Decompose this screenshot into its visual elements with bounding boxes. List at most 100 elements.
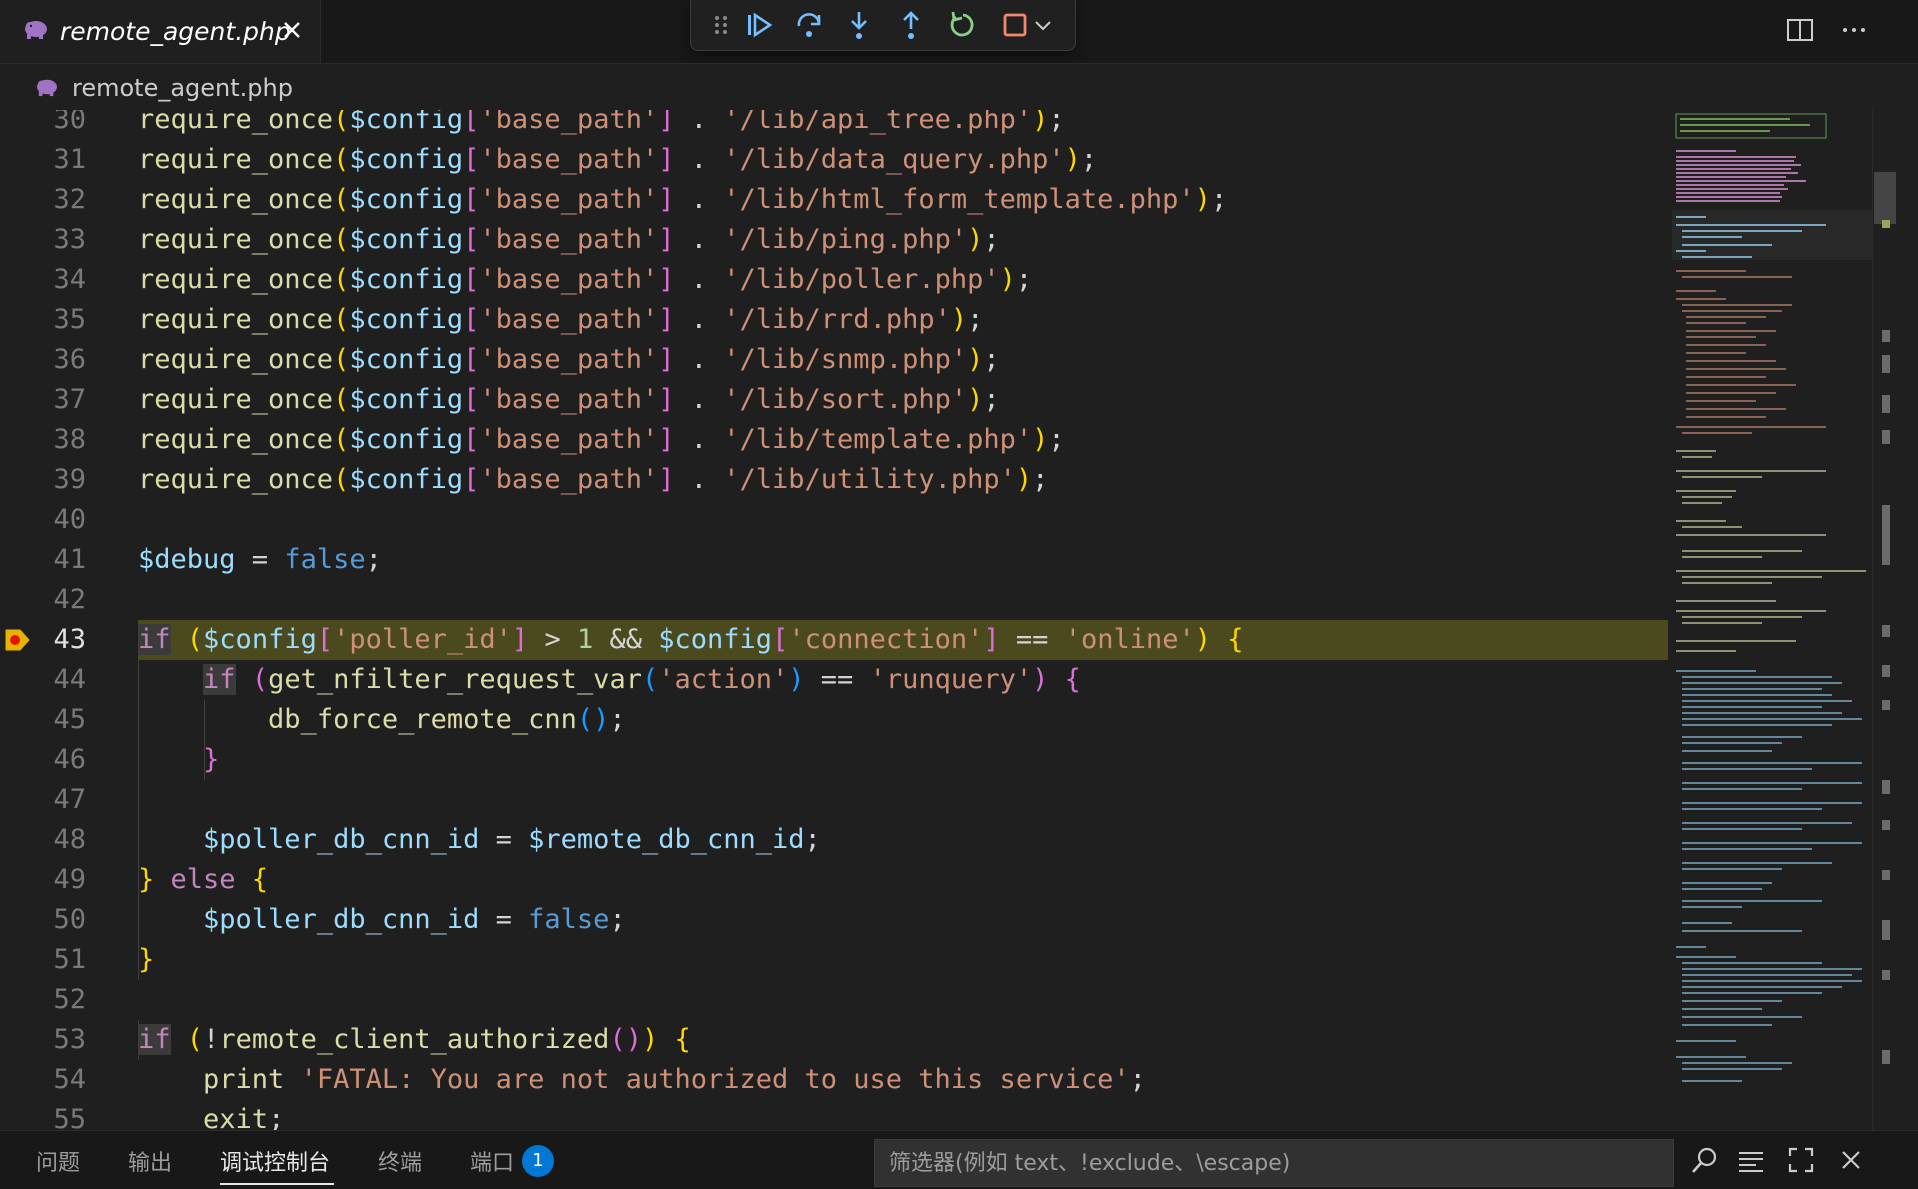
code-line: require_once($config['base_path'] . '/li… (138, 110, 1065, 135)
editor-tab-strip: remote_agent.php (0, 0, 1918, 64)
split-editor-icon[interactable] (1784, 14, 1816, 46)
code-line-current: if ($config['poller_id'] > 1 && $config[… (138, 624, 1244, 655)
debug-toolbar (690, 0, 1076, 51)
code-line: $poller_db_cnn_id = false; (203, 904, 626, 935)
scrollbar-marker (1882, 430, 1890, 444)
line-number: 37 (53, 384, 86, 415)
close-icon[interactable] (280, 18, 304, 42)
tab-output[interactable]: 输出 (128, 1145, 172, 1177)
scrollbar-marker (1882, 220, 1890, 228)
filter-input[interactable] (887, 1146, 1661, 1180)
code-line: print 'FATAL: You are not authorized to … (203, 1064, 1146, 1095)
active-tab-indicator (220, 1183, 334, 1185)
code-line: $poller_db_cnn_id = $remote_db_cnn_id; (203, 824, 821, 855)
php-elephant-icon (25, 21, 47, 39)
code-line: } else { (138, 864, 269, 895)
scrollbar-marker (1882, 395, 1890, 413)
bottom-panel: 问题 输出 调试控制台 终端 端口 1 (0, 1130, 1918, 1189)
line-number: 49 (53, 864, 86, 895)
code-line: if (!remote_client_authorized()) { (138, 1024, 691, 1055)
code-line: if (get_nfilter_request_var('action') ==… (203, 664, 1081, 695)
scrollbar-marker (1882, 505, 1890, 565)
line-number: 41 (53, 544, 86, 575)
scrollbar-marker (1882, 1050, 1890, 1064)
search-icon[interactable] (1690, 1145, 1720, 1175)
scrollbar-marker (1882, 870, 1890, 880)
step-out-icon[interactable] (895, 9, 927, 41)
scrollbar-marker (1882, 625, 1890, 637)
line-number: 46 (53, 744, 86, 775)
line-number: 33 (53, 224, 86, 255)
scrollbar-marker (1882, 970, 1890, 980)
line-number: 53 (53, 1024, 86, 1055)
line-number: 54 (53, 1064, 86, 1095)
more-actions-icon[interactable] (1838, 14, 1870, 46)
line-number: 51 (53, 944, 86, 975)
code-editor[interactable]: 30 31 32 33 34 35 36 37 38 39 40 41 42 4… (0, 110, 1918, 1130)
code-line: require_once($config['base_path'] . '/li… (138, 424, 1065, 455)
line-number: 44 (53, 664, 86, 695)
line-number: 52 (53, 984, 86, 1015)
php-elephant-icon (37, 79, 57, 97)
line-number: 30 (53, 110, 86, 135)
continue-icon[interactable] (743, 9, 775, 41)
tab-ports[interactable]: 端口 (470, 1145, 514, 1177)
line-number: 35 (53, 304, 86, 335)
line-number: 34 (53, 264, 86, 295)
scrollbar-thumb[interactable] (1874, 172, 1896, 224)
stop-icon[interactable] (999, 9, 1031, 41)
line-number: 39 (53, 464, 86, 495)
scrollbar-marker (1882, 820, 1890, 830)
word-wrap-icon[interactable] (1736, 1145, 1766, 1175)
line-number: 48 (53, 824, 86, 855)
code-line: } (138, 944, 155, 975)
tab-debug-console[interactable]: 调试控制台 (220, 1145, 330, 1177)
editor-tab-title: remote_agent.php (60, 17, 291, 46)
restart-icon[interactable] (947, 9, 979, 41)
ports-count-badge: 1 (522, 1145, 554, 1177)
code-line: require_once($config['base_path'] . '/li… (138, 384, 1000, 415)
tab-problems[interactable]: 问题 (36, 1145, 80, 1177)
line-number: 38 (53, 424, 86, 455)
breadcrumb: remote_agent.php (0, 64, 1918, 110)
code-line: require_once($config['base_path'] . '/li… (138, 344, 1000, 375)
line-number: 32 (53, 184, 86, 215)
line-number: 55 (53, 1104, 86, 1130)
code-line: $debug = false; (138, 544, 382, 575)
scrollbar-marker (1882, 665, 1890, 677)
code-line: require_once($config['base_path'] . '/li… (138, 264, 1033, 295)
chevron-down-icon[interactable] (1031, 9, 1055, 41)
line-number: 47 (53, 784, 86, 815)
code-line: exit; (203, 1104, 285, 1130)
code-line: require_once($config['base_path'] . '/li… (138, 184, 1228, 215)
code-line: require_once($config['base_path'] . '/li… (138, 464, 1049, 495)
scrollbar-marker (1882, 355, 1890, 373)
close-panel-icon[interactable] (1836, 1145, 1866, 1175)
breakpoint-current-icon[interactable] (4, 626, 32, 654)
code-line: db_force_remote_cnn(); (268, 704, 626, 735)
line-number: 42 (53, 584, 86, 615)
debug-console-filter[interactable] (874, 1139, 1674, 1187)
scrollbar-marker (1882, 780, 1890, 794)
scrollbar-marker (1882, 920, 1890, 940)
step-into-icon[interactable] (843, 9, 875, 41)
tab-terminal[interactable]: 终端 (378, 1145, 422, 1177)
line-number: 50 (53, 904, 86, 935)
line-number: 31 (53, 144, 86, 175)
step-over-icon[interactable] (793, 9, 825, 41)
code-line: require_once($config['base_path'] . '/li… (138, 224, 1000, 255)
minimap-preview (1672, 113, 1872, 1082)
scrollbar-marker (1882, 330, 1890, 342)
minimap[interactable] (1672, 110, 1872, 1130)
maximize-icon[interactable] (1786, 1145, 1816, 1175)
line-number: 36 (53, 344, 86, 375)
line-number: 40 (53, 504, 86, 535)
code-line: require_once($config['base_path'] . '/li… (138, 304, 984, 335)
code-line: } (203, 744, 220, 775)
editor-tab[interactable]: remote_agent.php (0, 0, 321, 63)
drag-handle-icon[interactable] (705, 9, 737, 41)
line-number: 45 (53, 704, 86, 735)
breadcrumb-file[interactable]: remote_agent.php (72, 74, 293, 102)
code-line: require_once($config['base_path'] . '/li… (138, 144, 1098, 175)
scrollbar-marker (1882, 700, 1890, 710)
